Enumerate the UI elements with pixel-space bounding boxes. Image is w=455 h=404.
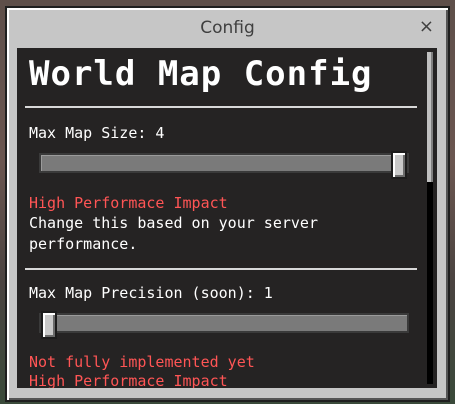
warning-text: High Performace Impact <box>29 194 228 212</box>
scrollbar-thumb[interactable] <box>427 52 433 182</box>
divider <box>25 106 417 108</box>
warning-text: Not fully implemented yet <box>29 353 255 371</box>
title-bar: Config × <box>9 10 446 46</box>
max-map-precision-slider[interactable] <box>39 311 409 339</box>
divider <box>25 268 417 270</box>
max-map-precision-label: Max Map Precision (soon): 1 <box>29 284 273 302</box>
slider-handle[interactable] <box>391 151 407 179</box>
setting-description: Change this based on your server perform… <box>29 214 318 253</box>
warning-text: High Performace Impact <box>29 372 228 388</box>
window-title: Config <box>200 18 255 38</box>
max-map-size-label: Max Map Size: 4 <box>29 124 165 142</box>
config-window: Config × World Map Config Max Map Size: … <box>5 6 450 402</box>
close-icon[interactable]: × <box>419 16 434 37</box>
slider-handle[interactable] <box>41 311 57 339</box>
scrollbar[interactable] <box>427 52 433 384</box>
max-map-size-slider[interactable] <box>39 151 409 179</box>
page-title: World Map Config <box>29 54 373 94</box>
config-content: World Map Config Max Map Size: 4 High Pe… <box>17 48 437 388</box>
